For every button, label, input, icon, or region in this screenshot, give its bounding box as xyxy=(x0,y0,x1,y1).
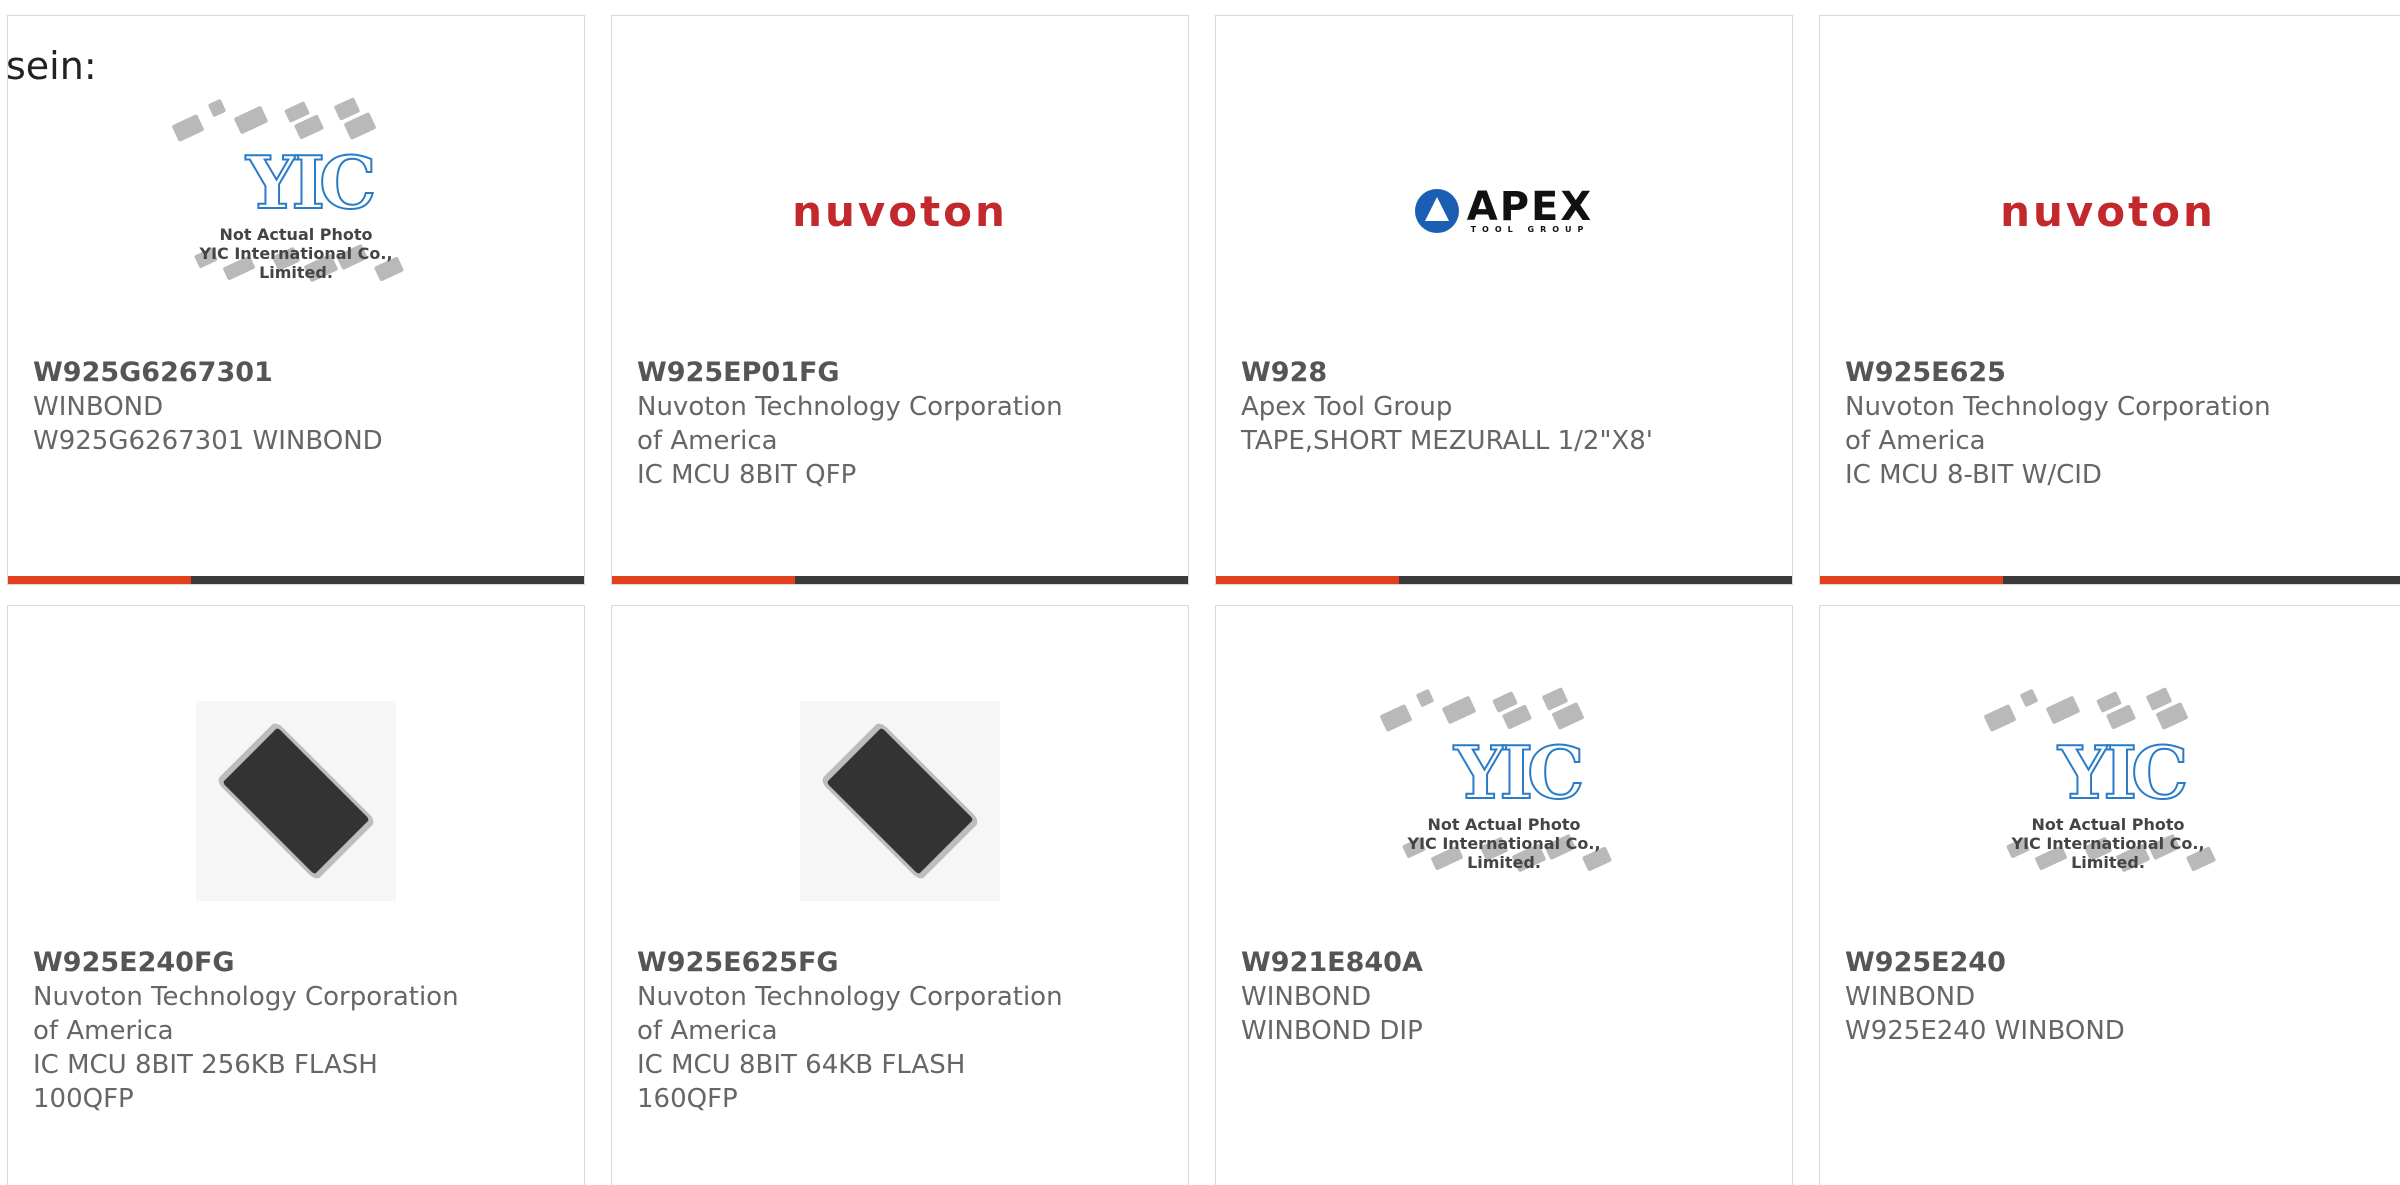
nuvoton-logo: nuvoTon xyxy=(2000,186,2216,236)
chip-body xyxy=(826,727,974,875)
product-card[interactable]: YIC Not Actual Photo YIC International Co.… xyxy=(7,15,585,585)
product-description: WINBOND DIP xyxy=(1241,1016,1423,1046)
product-description: W925G6267301 WINBOND xyxy=(33,426,383,456)
chip-graphic xyxy=(2045,695,2081,725)
product-thumbnail[interactable] xyxy=(8,681,584,921)
nuvoton-logo: nuvoTon xyxy=(792,186,1008,236)
part-number[interactable]: W925E240 xyxy=(1845,946,2398,980)
product-thumbnail[interactable]: nuvoTon xyxy=(1820,91,2396,331)
product-info: W925G6267301 WINBOND W925G6267301 WINBOND xyxy=(33,356,564,458)
placeholder-image: YIC Not Actual Photo YIC International Co.… xyxy=(1374,681,1634,921)
product-info: W925E240 WINBOND W925E240 WINBOND xyxy=(1845,946,2398,1048)
product-card[interactable]: YIC Not Actual Photo YIC International Co.… xyxy=(1215,605,1793,1185)
product-card[interactable]: nuvoTon W925E625 Nuvoton Technology Corpor… xyxy=(1819,15,2400,585)
placeholder-line2: YIC International Co., Limited. xyxy=(1407,834,1601,872)
product-description: IC MCU 8BIT 64KB FLASH xyxy=(637,1050,966,1080)
chip-graphic xyxy=(1415,688,1435,708)
chip-graphic xyxy=(1983,703,2017,733)
manufacturer: Nuvoton Technology Corporation xyxy=(637,982,1063,1012)
chip-graphic xyxy=(233,105,269,135)
manufacturer: of America xyxy=(637,1016,778,1046)
product-grid: YIC Not Actual Photo YIC International Co.… xyxy=(0,0,2400,1185)
placeholder-line2: YIC International Co., Limited. xyxy=(2011,834,2205,872)
placeholder-image: YIC Not Actual Photo YIC International Co.… xyxy=(1978,681,2238,921)
product-description: IC MCU 8-BIT W/CID xyxy=(1845,460,2102,490)
chip-body xyxy=(222,727,370,875)
card-bottom-bar xyxy=(612,576,1188,584)
product-description: 160QFP xyxy=(637,1084,738,1114)
chip-graphic xyxy=(2019,688,2039,708)
product-description: TAPE,SHORT MEZURALL 1/2"X8' xyxy=(1241,426,1653,456)
part-number[interactable]: W928 xyxy=(1241,356,1772,390)
placeholder-line1: Not Actual Photo xyxy=(2031,815,2185,834)
product-thumbnail[interactable] xyxy=(612,681,1188,921)
product-thumbnail[interactable]: YIC Not Actual Photo YIC International Co.… xyxy=(1216,681,1792,921)
product-thumbnail[interactable]: YIC Not Actual Photo YIC International Co.… xyxy=(1820,681,2396,921)
part-number[interactable]: W925E625 xyxy=(1845,356,2398,390)
card-accent-bar xyxy=(1216,576,1399,584)
manufacturer: Nuvoton Technology Corporation xyxy=(33,982,459,1012)
product-description: W925E240 WINBOND xyxy=(1845,1016,2125,1046)
product-description: IC MCU 8BIT 256KB FLASH xyxy=(33,1050,378,1080)
part-number[interactable]: W925E625FG xyxy=(637,946,1168,980)
placeholder-line1: Not Actual Photo xyxy=(1427,815,1581,834)
product-info: W928 Apex Tool Group TAPE,SHORT MEZURALL 1… xyxy=(1241,356,1772,458)
apex-logo: APEX TOOL GROUP xyxy=(1414,184,1594,234)
product-thumbnail[interactable]: YIC Not Actual Photo YIC International Co.… xyxy=(8,91,584,331)
manufacturer: WINBOND xyxy=(1241,982,1372,1012)
product-card[interactable]: nuvoTon W925EP01FG Nuvoton Technology Corp… xyxy=(611,15,1189,585)
manufacturer: of America xyxy=(637,426,778,456)
chip-graphic xyxy=(207,98,227,118)
product-thumbnail[interactable]: nuvoTon xyxy=(612,91,1188,331)
apex-mark-icon xyxy=(1414,189,1459,233)
card-bottom-bar xyxy=(8,576,584,584)
manufacturer: of America xyxy=(1845,426,1986,456)
qfp-chip-image xyxy=(196,701,396,901)
qfp-chip-image xyxy=(800,701,1000,901)
product-thumbnail[interactable]: APEX TOOL GROUP xyxy=(1216,91,1792,331)
part-number[interactable]: W925G6267301 xyxy=(33,356,564,390)
product-info: W925E240FG Nuvoton Technology Corporation… xyxy=(33,946,564,1116)
placeholder-line2: YIC International Co., Limited. xyxy=(199,244,393,282)
manufacturer: Apex Tool Group xyxy=(1241,392,1453,422)
card-accent-bar xyxy=(8,576,191,584)
product-card[interactable]: YIC Not Actual Photo YIC International Co.… xyxy=(1819,605,2400,1185)
manufacturer: WINBOND xyxy=(33,392,164,422)
placeholder-line1: Not Actual Photo xyxy=(219,225,373,244)
yic-logo: YIC xyxy=(245,140,377,225)
part-number[interactable]: W921E840A xyxy=(1241,946,1772,980)
manufacturer: of America xyxy=(33,1016,174,1046)
part-number[interactable]: W925EP01FG xyxy=(637,356,1168,390)
yic-logo: YIC xyxy=(1453,730,1585,815)
product-info: W921E840A WINBOND WINBOND DIP xyxy=(1241,946,1772,1048)
product-info: W925EP01FG Nuvoton Technology Corporation… xyxy=(637,356,1168,492)
product-card[interactable]: W925E625FG Nuvoton Technology Corporation… xyxy=(611,605,1189,1185)
product-info: W925E625 Nuvoton Technology Corporation of… xyxy=(1845,356,2398,492)
product-card[interactable]: W925E240FG Nuvoton Technology Corporation… xyxy=(7,605,585,1185)
apex-wordmark: APEX TOOL GROUP xyxy=(1466,184,1594,234)
product-description: IC MCU 8BIT QFP xyxy=(637,460,857,490)
manufacturer: Nuvoton Technology Corporation xyxy=(637,392,1063,422)
placeholder-image: YIC Not Actual Photo YIC International Co.… xyxy=(166,91,426,331)
chip-graphic xyxy=(171,113,205,143)
card-accent-bar xyxy=(1820,576,2003,584)
card-bottom-bar xyxy=(1820,576,2400,584)
product-info: W925E625FG Nuvoton Technology Corporation… xyxy=(637,946,1168,1116)
product-card[interactable]: APEX TOOL GROUP W928 Apex Tool Group TAPE,SH… xyxy=(1215,15,1793,585)
card-accent-bar xyxy=(612,576,795,584)
yic-logo: YIC xyxy=(2057,730,2189,815)
manufacturer: Nuvoton Technology Corporation xyxy=(1845,392,2271,422)
card-bottom-bar xyxy=(1216,576,1792,584)
chip-graphic xyxy=(1379,703,1413,733)
manufacturer: WINBOND xyxy=(1845,982,1976,1012)
apex-subtitle: TOOL GROUP xyxy=(1470,225,1590,234)
product-description: 100QFP xyxy=(33,1084,134,1114)
chip-graphic xyxy=(1441,695,1477,725)
part-number[interactable]: W925E240FG xyxy=(33,946,564,980)
page-prefix-text: sein: xyxy=(6,44,97,88)
